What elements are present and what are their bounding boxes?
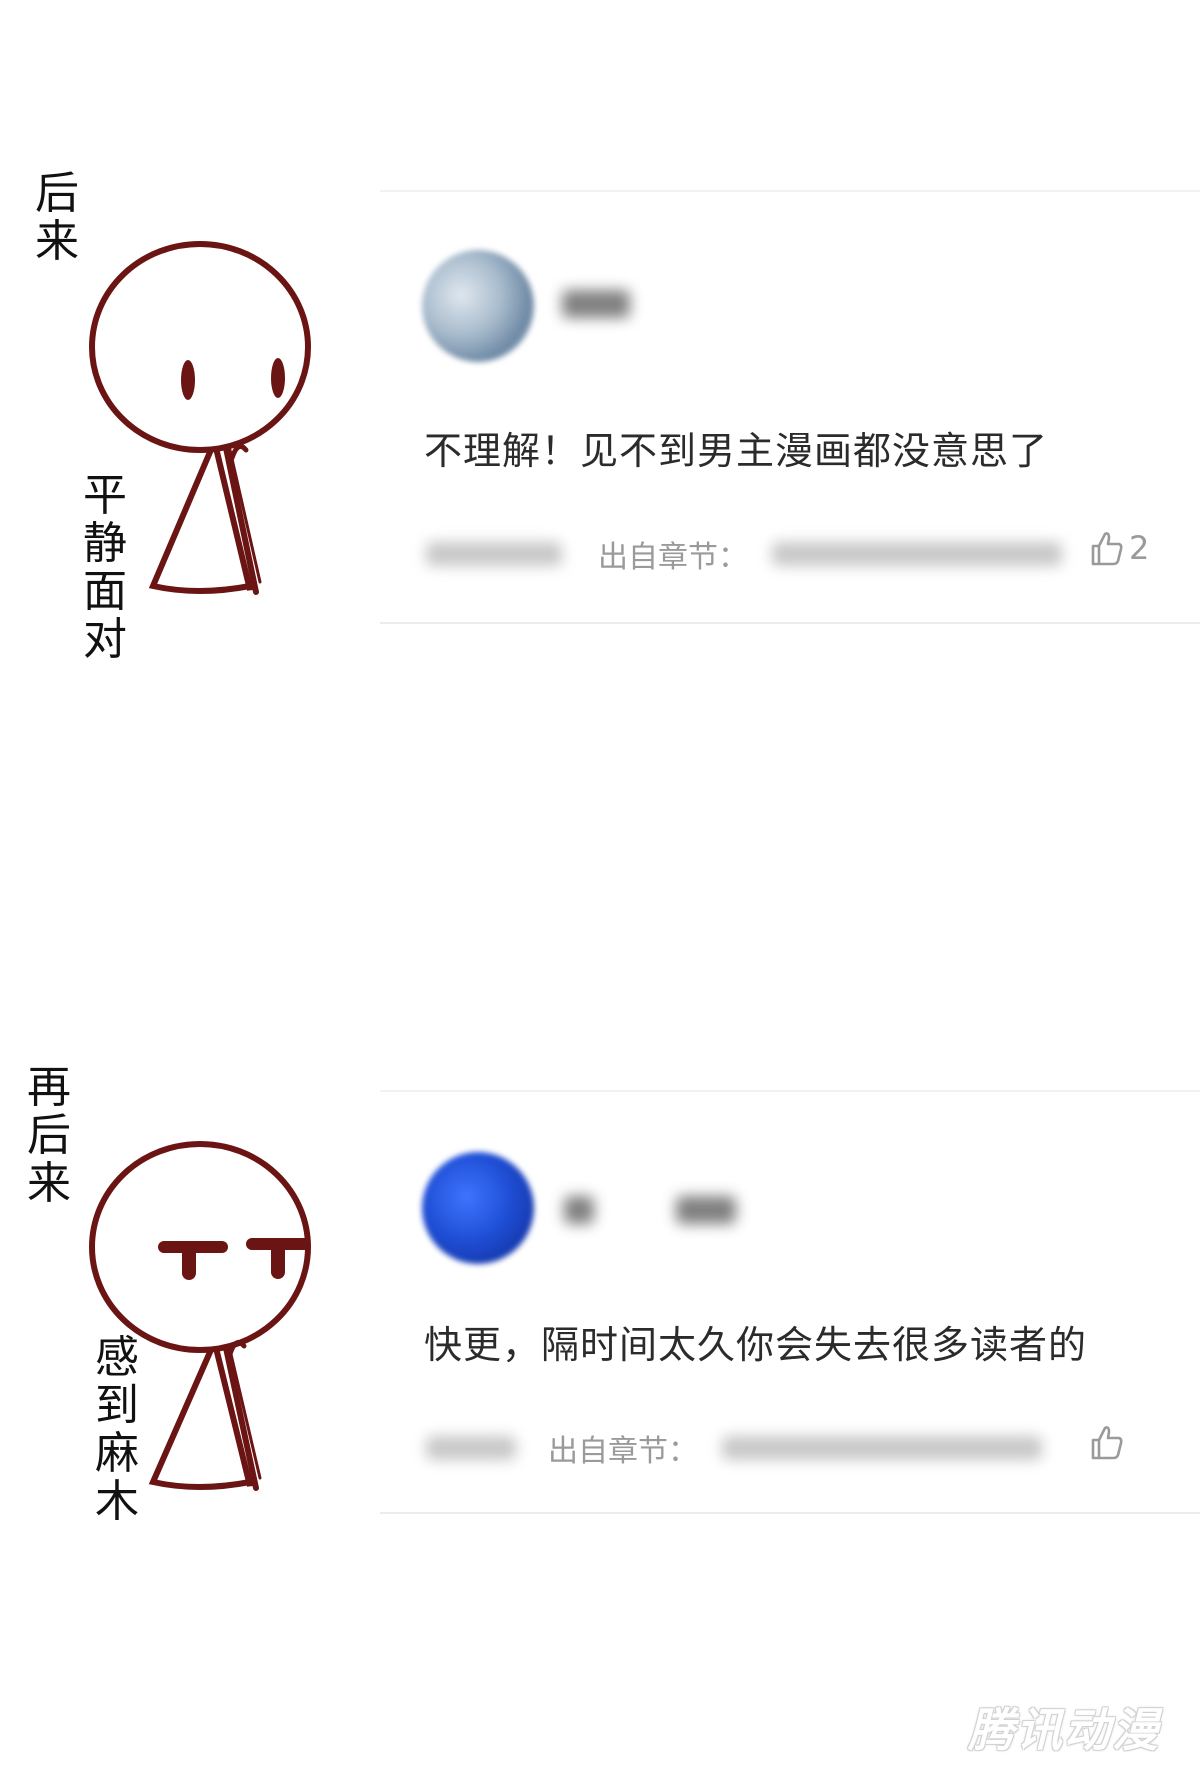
figure-caption-calm: 平静面对 xyxy=(83,470,127,665)
comment-card-1: 不理解！见不到男主漫画都没意思了 出自章节： 2 xyxy=(380,190,1200,624)
figure-head xyxy=(89,241,311,453)
avatar[interactable] xyxy=(422,1152,534,1264)
side-label-even-later: 再后来 xyxy=(27,1062,71,1209)
like-button[interactable] xyxy=(1085,1422,1129,1462)
watermark-logo: 腾讯动漫 xyxy=(968,1703,1160,1757)
chapter-link[interactable] xyxy=(722,1436,1042,1460)
like-button[interactable]: 2 xyxy=(1085,528,1149,568)
comment-time xyxy=(426,1436,516,1460)
source-label: 出自章节： xyxy=(598,540,748,575)
chapter-link[interactable] xyxy=(772,542,1062,566)
username[interactable] xyxy=(562,290,630,318)
comment-card-2: 快更，隔时间太久你会失去很多读者的 出自章节： xyxy=(380,1090,1200,1514)
like-count: 2 xyxy=(1129,529,1150,567)
thumbs-up-icon xyxy=(1091,532,1123,566)
comment-text: 不理解！见不到男主漫画都没意思了 xyxy=(424,429,1049,473)
thumbs-up-icon xyxy=(1091,1426,1123,1460)
comment-text: 快更，隔时间太久你会失去很多读者的 xyxy=(424,1323,1088,1367)
source-label: 出自章节： xyxy=(548,1434,698,1469)
figure-caption-numb: 感到麻木 xyxy=(95,1332,139,1527)
comment-time xyxy=(426,542,562,566)
username[interactable] xyxy=(564,1196,594,1224)
avatar[interactable] xyxy=(422,250,534,362)
username-suffix[interactable] xyxy=(676,1196,736,1224)
